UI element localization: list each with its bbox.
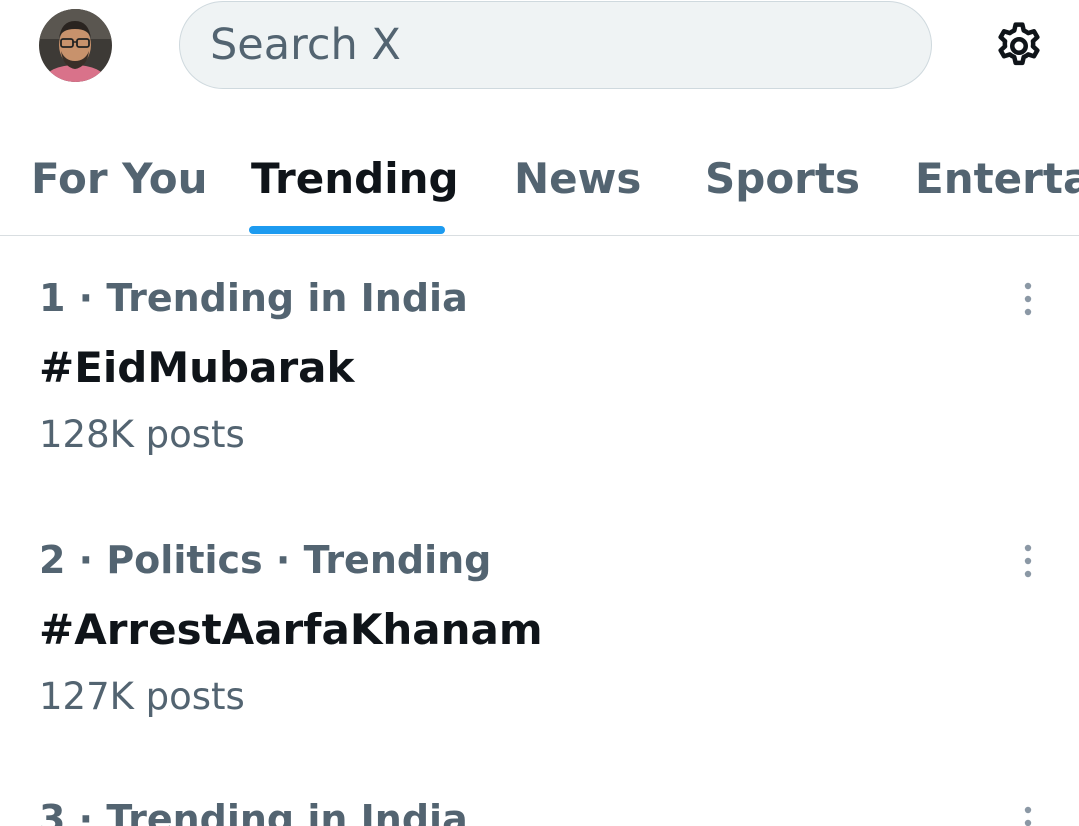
explore-tabs: For You Trending News Sports Entertainme…: [0, 120, 1079, 236]
trend-context: 1 · Trending in India: [39, 276, 468, 320]
more-vertical-icon: [1024, 282, 1032, 316]
tab-entertainment[interactable]: Entertainment: [915, 154, 1079, 204]
trend-more-button[interactable]: [1010, 271, 1046, 327]
trend-name: #EidMubarak: [39, 343, 355, 392]
tab-trending[interactable]: Trending: [251, 154, 459, 204]
trend-name: #ArrestAarfaKhanam: [39, 605, 543, 654]
avatar-image: [39, 9, 112, 82]
tab-for-you[interactable]: For You: [31, 154, 208, 204]
trend-more-button[interactable]: [1010, 533, 1046, 589]
trend-more-button[interactable]: [1010, 796, 1046, 826]
more-vertical-icon: [1024, 806, 1032, 826]
gear-icon: [998, 22, 1040, 66]
trend-item[interactable]: 1 · Trending in India #EidMubarak 128K p…: [0, 275, 1079, 537]
avatar[interactable]: [39, 9, 112, 82]
trend-post-count: 127K posts: [39, 675, 245, 718]
tab-news[interactable]: News: [514, 154, 641, 204]
trend-item[interactable]: 2 · Politics · Trending #ArrestAarfaKhan…: [0, 537, 1079, 799]
active-tab-indicator: [249, 226, 445, 234]
trend-post-count: 128K posts: [39, 413, 245, 456]
trend-context: 3 · Trending in India: [39, 797, 468, 826]
trend-item[interactable]: 3 · Trending in India: [0, 796, 1079, 826]
tab-sports[interactable]: Sports: [705, 154, 860, 204]
settings-button[interactable]: [989, 16, 1049, 76]
search-bar[interactable]: [179, 1, 932, 89]
search-input[interactable]: [210, 20, 931, 70]
trend-context: 2 · Politics · Trending: [39, 538, 492, 582]
more-vertical-icon: [1024, 544, 1032, 578]
